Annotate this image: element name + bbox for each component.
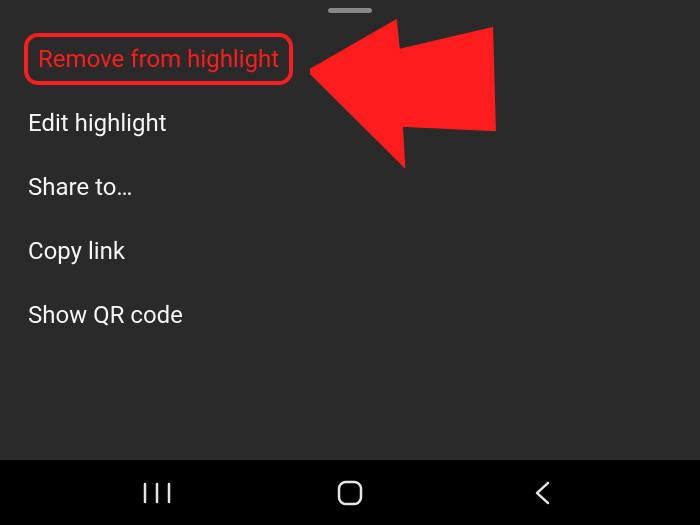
drag-handle[interactable] (328, 8, 372, 13)
menu-item-edit-highlight[interactable]: Edit highlight (24, 91, 676, 155)
menu-item-share-to[interactable]: Share to… (24, 155, 676, 219)
bottom-sheet: Remove from highlight Edit highlight Sha… (0, 0, 700, 460)
menu-item-remove-highlight[interactable]: Remove from highlight (24, 33, 293, 85)
home-button[interactable] (310, 473, 390, 513)
menu-item-label: Remove from highlight (38, 45, 279, 73)
menu-item-label: Copy link (28, 237, 125, 265)
menu-item-label: Edit highlight (28, 109, 167, 137)
menu-item-label: Show QR code (28, 301, 183, 329)
menu-item-copy-link[interactable]: Copy link (24, 219, 676, 283)
android-nav-bar (0, 460, 700, 525)
back-button[interactable] (503, 473, 583, 513)
menu-item-label: Share to… (28, 173, 132, 201)
menu-item-show-qr-code[interactable]: Show QR code (24, 283, 676, 347)
recents-button[interactable] (117, 473, 197, 513)
menu-list: Remove from highlight Edit highlight Sha… (0, 29, 700, 347)
